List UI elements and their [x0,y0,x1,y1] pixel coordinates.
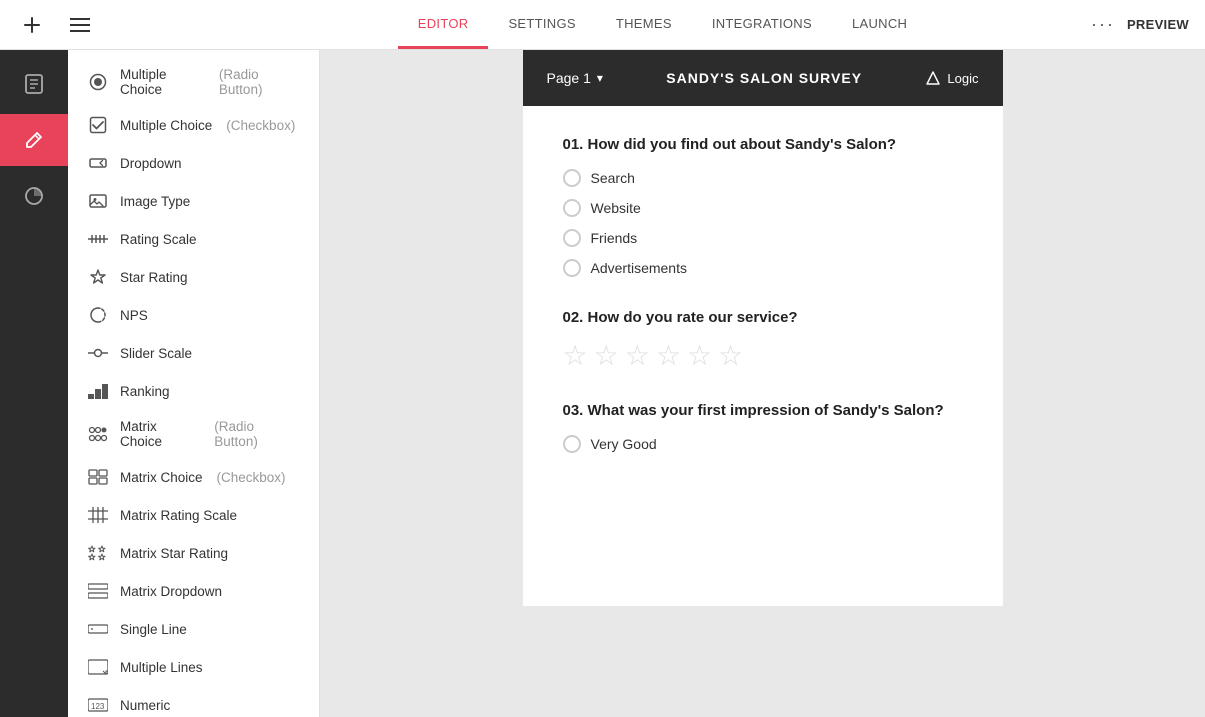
radio-circle [563,229,581,247]
page-label: Page 1 [547,70,591,86]
main-layout: Multiple Choice (Radio Button) Multiple … [0,50,1205,717]
logic-button[interactable]: Logic [925,70,978,86]
survey-body: 01. How did you find out about Sandy's S… [523,106,1003,606]
radio-icon [88,72,108,92]
field-multiple-lines[interactable]: Multiple Lines [68,648,319,686]
star-6[interactable]: ☆ [718,342,743,370]
image-icon [88,191,108,211]
star-rating-row[interactable]: ☆ ☆ ☆ ☆ ☆ ☆ [563,342,963,370]
field-matrix-checkbox[interactable]: Matrix Choice (Checkbox) [68,458,319,496]
field-matrix-star-rating[interactable]: Matrix Star Rating [68,534,319,572]
tab-launch[interactable]: LAUNCH [832,0,927,49]
option-advertisements: Advertisements [563,259,963,277]
page-chevron: ▾ [597,71,603,85]
radio-circle [563,435,581,453]
survey-title: SANDY'S SALON SURVEY [666,70,862,86]
option-search: Search [563,169,963,187]
field-multiple-choice-checkbox[interactable]: Multiple Choice (Checkbox) [68,106,319,144]
sidebar-item-document[interactable] [0,58,68,110]
tab-integrations[interactable]: INTEGRATIONS [692,0,832,49]
logic-label: Logic [947,71,978,86]
matrix-star-icon [88,543,108,563]
field-dropdown[interactable]: Dropdown [68,144,319,182]
matrix-radio-icon [88,424,108,444]
question-1-options: Search Website Friends Advertisemen [563,169,963,277]
matrix-check-icon [88,467,108,487]
checkbox-icon [88,115,108,135]
icon-sidebar [0,50,68,717]
field-ranking[interactable]: Ranking [68,372,319,410]
top-nav-left [0,9,320,41]
nps-icon [88,305,108,325]
more-options-button[interactable]: ··· [1091,14,1115,35]
option-friends: Friends [563,229,963,247]
slider-icon [88,343,108,363]
single-line-icon [88,619,108,639]
field-multiple-choice-radio[interactable]: Multiple Choice (Radio Button) [68,58,319,106]
top-nav: EDITOR SETTINGS THEMES INTEGRATIONS LAUN… [0,0,1205,50]
field-matrix-dropdown[interactable]: Matrix Dropdown [68,572,319,610]
tab-themes[interactable]: THEMES [596,0,692,49]
matrix-dropdown-icon [88,581,108,601]
question-2: 02. How do you rate our service? ☆ ☆ ☆ ☆… [563,309,963,370]
star-5[interactable]: ☆ [687,342,712,370]
survey-container: Page 1 ▾ SANDY'S SALON SURVEY Logic 01. … [523,50,1003,677]
question-1-text: 01. How did you find out about Sandy's S… [563,136,963,153]
rating-scale-icon [88,229,108,249]
star-4[interactable]: ☆ [656,342,681,370]
question-1: 01. How did you find out about Sandy's S… [563,136,963,277]
star-2[interactable]: ☆ [594,342,619,370]
preview-button[interactable]: PREVIEW [1127,17,1189,32]
question-2-text: 02. How do you rate our service? [563,309,963,326]
field-rating-scale[interactable]: Rating Scale [68,220,319,258]
survey-header: Page 1 ▾ SANDY'S SALON SURVEY Logic [523,50,1003,106]
page-selector[interactable]: Page 1 ▾ [547,70,603,86]
field-single-line[interactable]: Single Line [68,610,319,648]
field-star-rating[interactable]: Star Rating [68,258,319,296]
field-sidebar: Multiple Choice (Radio Button) Multiple … [68,50,320,717]
ranking-icon [88,381,108,401]
field-numeric[interactable]: 123 Numeric [68,686,319,717]
svg-text:123: 123 [91,702,105,711]
field-matrix-rating-scale[interactable]: Matrix Rating Scale [68,496,319,534]
top-nav-tabs: EDITOR SETTINGS THEMES INTEGRATIONS LAUN… [320,0,1005,49]
field-nps[interactable]: NPS [68,296,319,334]
menu-button[interactable] [64,9,96,41]
question-3-text: 03. What was your first impression of Sa… [563,402,963,419]
sidebar-item-edit[interactable] [0,114,68,166]
multiple-lines-icon [88,657,108,677]
option-website: Website [563,199,963,217]
tab-editor[interactable]: EDITOR [398,0,489,49]
tab-settings[interactable]: SETTINGS [488,0,595,49]
option-very-good: Very Good [563,435,963,453]
sidebar-item-chart[interactable] [0,170,68,222]
star-1[interactable]: ☆ [563,342,588,370]
radio-circle [563,169,581,187]
star-3[interactable]: ☆ [625,342,650,370]
numeric-icon: 123 [88,695,108,715]
question-3: 03. What was your first impression of Sa… [563,402,963,453]
add-button[interactable] [16,9,48,41]
dropdown-icon [88,153,108,173]
field-matrix-radio[interactable]: Matrix Choice (Radio Button) [68,410,319,458]
star-icon [88,267,108,287]
radio-circle [563,199,581,217]
field-slider-scale[interactable]: Slider Scale [68,334,319,372]
matrix-rating-icon [88,505,108,525]
field-image-type[interactable]: Image Type [68,182,319,220]
top-nav-right: ··· PREVIEW [1005,14,1205,35]
content-area: Page 1 ▾ SANDY'S SALON SURVEY Logic 01. … [320,50,1205,717]
radio-circle [563,259,581,277]
